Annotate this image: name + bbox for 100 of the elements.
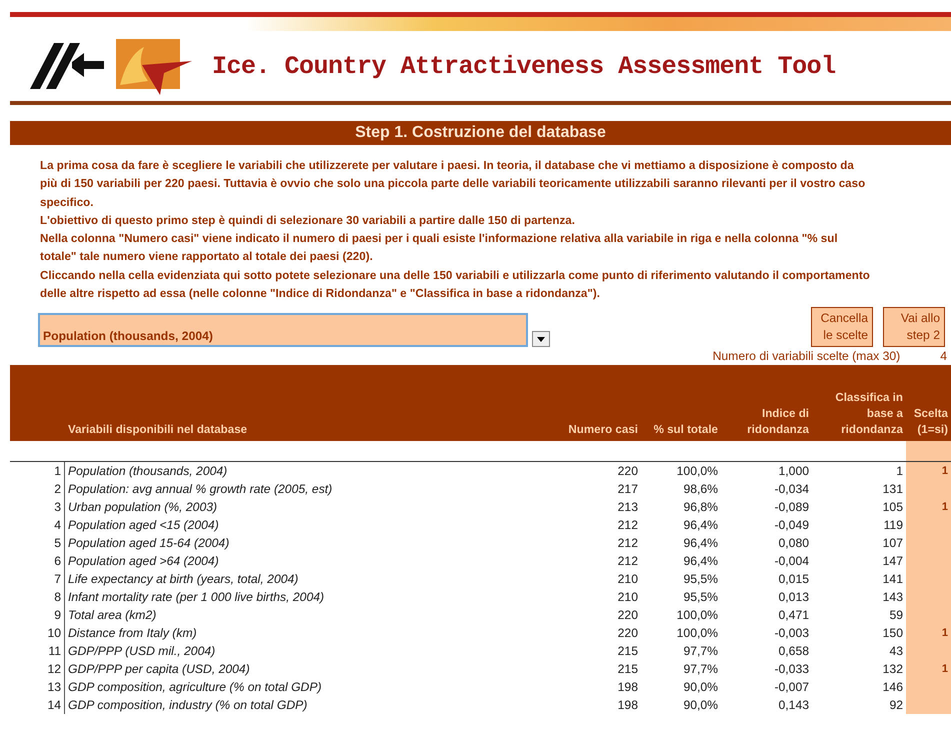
table-cell-text: 59 — [888, 608, 904, 622]
table-cell-text: 96,4% — [682, 518, 719, 532]
table-cell-text: 213 — [616, 500, 639, 514]
choice-cell[interactable]: 1 — [906, 498, 951, 516]
column-header: Indice di ridondanza — [746, 406, 810, 438]
instructions-text: Cliccando nella cella evidenziata qui sotto potete selezionare una delle 150 variabili e utilizzarla come punto di riferimento valutando il comportamento delle altre rispetto ad essa (nelle colonne "Indice di Ridondanza" e "Classifica in base a ridondanza"). — [40, 268, 870, 302]
instructions-text: Nella colonna "Numero casi" viene indicato il numero di paesi per i quali esiste l'informazione relativa alla variabile in riga e nella colonna "% sul totale" tale numero viene rapportato al totale dei paesi (220). — [40, 231, 839, 266]
row-number: 4 — [10, 516, 65, 534]
action-button[interactable]: Vai allo step 2 — [883, 307, 945, 348]
row-number: 6 — [10, 552, 65, 570]
table-cell-text: 97,7% — [682, 662, 719, 676]
row-number: 7 — [10, 570, 65, 588]
row-number: 12 — [10, 660, 65, 678]
choice-cell[interactable] — [906, 696, 951, 714]
table-cell-text: 212 — [616, 518, 639, 532]
table-cell-text: 0,013 — [778, 590, 810, 604]
table-cell-text: 141 — [882, 572, 904, 586]
table-cell-text: GDP composition, industry (% on total GDP) — [67, 698, 308, 712]
table-cell-text: 215 — [616, 662, 639, 676]
table-cell-text: 0,080 — [778, 536, 810, 550]
table-cell-text: GDP/PPP (USD mil., 2004) — [67, 644, 216, 658]
table-cell-text: 96,4% — [682, 554, 719, 568]
table-cell-text: 198 — [616, 680, 639, 694]
table-cell-text: Total area (km2) — [67, 608, 158, 622]
table-cell-text: 150 — [882, 626, 904, 640]
table-cell-text: 105 — [882, 500, 904, 514]
table-cell-text: 97,7% — [682, 644, 719, 658]
table-cell-text: 1,000 — [778, 464, 810, 478]
table-cell-text: 96,4% — [682, 536, 719, 550]
table-cell-text: 220 — [616, 608, 639, 622]
table-cell-text: 95,5% — [682, 590, 719, 604]
row-number: 13 — [10, 678, 65, 696]
table-cell-text: -0,033 — [773, 662, 810, 676]
row-number: 9 — [10, 606, 65, 624]
column-header: % sul totale — [652, 422, 719, 438]
reference-variable-dropdown[interactable]: Population (thousands, 2004) — [38, 313, 528, 348]
table-cell-text: 0,658 — [778, 644, 810, 658]
table-cell-text: -0,004 — [773, 554, 810, 568]
row-number: 11 — [10, 642, 65, 660]
table-cell-text: 98,6% — [682, 482, 719, 496]
table-cell-text: Population aged 15-64 (2004) — [67, 536, 230, 550]
row-number: 8 — [10, 588, 65, 606]
table-cell-text: 92 — [888, 698, 904, 712]
row-number: 2 — [10, 480, 65, 498]
table-cell-text: Population (thousands, 2004) — [67, 464, 228, 478]
table-cell-text: 215 — [616, 644, 639, 658]
table-cell-text: GDP/PPP per capita (USD, 2004) — [67, 662, 251, 676]
table-cell-text: 96,8% — [682, 500, 719, 514]
table-cell-text: Urban population (%, 2003) — [67, 500, 218, 514]
row-number: 3 — [10, 498, 65, 516]
table-cell-text: 0,143 — [778, 698, 810, 712]
action-button[interactable]: Cancella le scelte — [811, 307, 873, 348]
table-cell-text: -0,007 — [773, 680, 810, 694]
table-cell-text: 119 — [882, 518, 904, 532]
counter-value: 4 — [940, 349, 947, 364]
row-number: 10 — [10, 624, 65, 642]
table-cell-text: 143 — [882, 590, 904, 604]
table-cell-text: 217 — [616, 482, 639, 496]
table-cell-text: -0,049 — [773, 518, 810, 532]
table-cell-text: Infant mortality rate (per 1 000 live births, 2004) — [67, 590, 326, 604]
table-cell-text: 43 — [888, 644, 904, 658]
table-cell-text: 90,0% — [682, 680, 719, 694]
column-header: Scelta (1=si) — [912, 406, 949, 438]
app-title: Ice. Country Attractiveness Assessment Tool — [212, 52, 836, 80]
column-header: Classifica in base a ridondanza — [834, 390, 904, 438]
instructions-text: La prima cosa da fare è scegliere le variabili che utilizzerete per valutare i paesi. In teoria, il database che vi mettiamo a disposizione è composto da più di 150 variabili per 220 paesi. Tuttavia è ovvio che solo una piccola parte delle variabili teoricamente utilizzabili saranno rilevanti per il vostro caso specifico. — [40, 158, 866, 211]
table-cell-text: 107 — [882, 536, 904, 550]
choice-cell[interactable]: 1 — [906, 624, 951, 642]
table-cell-text: 90,0% — [682, 698, 719, 712]
table-cell-text: Population: avg annual % growth rate (2005, est) — [67, 482, 334, 496]
table-cell-text: -0,089 — [773, 500, 810, 514]
choice-cell[interactable]: 1 — [906, 462, 951, 480]
row-number: 1 — [10, 462, 65, 480]
table-cell-text: 146 — [882, 680, 904, 694]
table-cell-text: 210 — [616, 590, 639, 604]
table-cell-text: 0,015 — [778, 572, 810, 586]
table-cell-text: -0,034 — [773, 482, 810, 496]
table-cell-text: 147 — [882, 554, 904, 568]
table-cell-text: Population aged >64 (2004) — [67, 554, 220, 568]
step-title: Step 1. Costruzione del database — [10, 121, 951, 145]
table-cell-text: 212 — [616, 554, 639, 568]
table-cell-text: 100,0% — [676, 464, 719, 478]
table-cell-text: 95,5% — [682, 572, 719, 586]
table-cell-text: 220 — [616, 464, 639, 478]
table-cell-text: 220 — [616, 626, 639, 640]
choice-cell[interactable] — [906, 441, 951, 462]
column-header: Numero casi — [567, 422, 639, 438]
table-cell-text: 198 — [616, 698, 639, 712]
table-cell-text: 100,0% — [676, 626, 719, 640]
table-cell-text: Population aged <15 (2004) — [67, 518, 220, 532]
table-cell-text: 132 — [882, 662, 904, 676]
column-header: Variabili disponibili nel database — [67, 422, 248, 438]
row-number: 14 — [10, 696, 65, 714]
table-cell-text: -0,003 — [773, 626, 810, 640]
table-cell-text: GDP composition, agriculture (% on total GDP) — [67, 680, 323, 694]
table-cell-text: 1 — [895, 464, 904, 478]
row-number: 5 — [10, 534, 65, 552]
table-cell-text: 131 — [882, 482, 904, 496]
choice-cell[interactable]: 1 — [906, 660, 951, 678]
table-cell-text: 0,471 — [778, 608, 810, 622]
